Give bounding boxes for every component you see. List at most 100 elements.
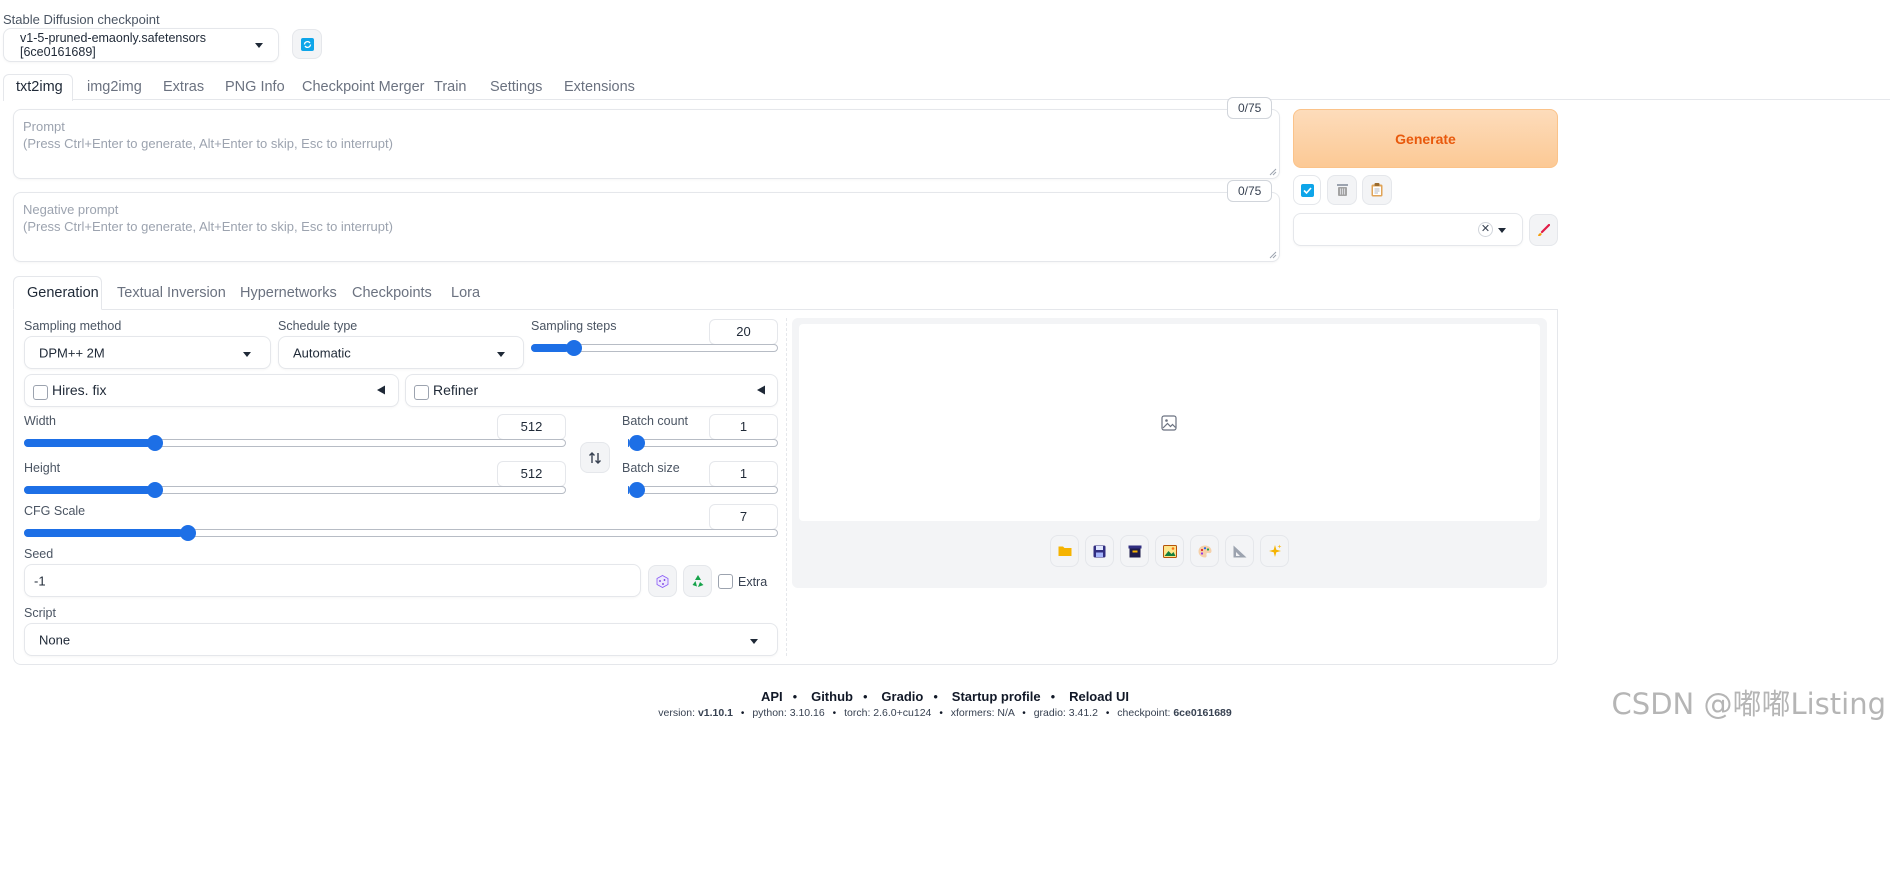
- refiner-checkbox[interactable]: [414, 385, 429, 400]
- sampling-method-dropdown[interactable]: DPM++ 2M: [24, 336, 271, 369]
- tab-textual-inversion[interactable]: Textual Inversion: [117, 285, 226, 301]
- send-to-extras-button[interactable]: [1225, 535, 1254, 567]
- width-slider[interactable]: [24, 435, 566, 451]
- height-slider[interactable]: [24, 482, 566, 498]
- footer-link-startup-profile[interactable]: Startup profile: [952, 689, 1041, 704]
- refiner-accordion[interactable]: Refiner: [405, 374, 778, 407]
- checkpoint-dropdown[interactable]: v1-5-pruned-emaonly.safetensors [6ce0161…: [3, 28, 279, 62]
- clear-prompt-button[interactable]: [1327, 175, 1357, 205]
- tab-img2img[interactable]: img2img: [87, 79, 142, 95]
- hires-fix-checkbox[interactable]: [33, 385, 48, 400]
- tab-png-info[interactable]: PNG Info: [225, 79, 285, 95]
- swap-arrows-icon: [589, 451, 601, 464]
- footer-link-reload-ui[interactable]: Reload UI: [1069, 689, 1129, 704]
- extra-seed-checkbox[interactable]: [718, 574, 733, 589]
- cfg-scale-label: CFG Scale: [24, 504, 86, 518]
- batch-size-label: Batch size: [622, 461, 680, 475]
- collapse-arrow-icon: [757, 385, 765, 395]
- tab-train[interactable]: Train: [434, 79, 467, 95]
- slider-thumb[interactable]: [629, 482, 645, 498]
- watermark: CSDN @嘟嘟Listing: [1611, 687, 1886, 721]
- sparkles-icon: [1268, 544, 1281, 557]
- tab-extras[interactable]: Extras: [163, 79, 204, 95]
- collapse-arrow-icon: [377, 385, 385, 395]
- chevron-down-icon: [1498, 228, 1506, 233]
- xformers-version: xformers: N/A: [950, 707, 1015, 719]
- slider-thumb[interactable]: [629, 435, 645, 451]
- cfg-scale-slider[interactable]: [24, 525, 778, 541]
- styles-dropdown[interactable]: ✕: [1293, 213, 1523, 246]
- schedule-type-value: Automatic: [293, 345, 351, 360]
- tab-checkpoint-merger[interactable]: Checkpoint Merger: [302, 79, 425, 95]
- chevron-down-icon: [750, 639, 758, 644]
- tab-extensions[interactable]: Extensions: [564, 79, 635, 95]
- batch-size-input[interactable]: 1: [709, 461, 778, 487]
- clear-selection-icon[interactable]: ✕: [1478, 222, 1493, 237]
- hires-fix-accordion[interactable]: Hires. fix: [24, 374, 399, 407]
- tab-checkpoints[interactable]: Checkpoints: [352, 285, 432, 301]
- prompt-token-counter: 0/75: [1227, 97, 1273, 119]
- slider-thumb[interactable]: [147, 482, 164, 498]
- footer-link-gradio[interactable]: Gradio: [881, 689, 923, 704]
- dice-icon: [656, 574, 669, 588]
- tab-generation[interactable]: Generation: [27, 285, 99, 301]
- reuse-seed-button[interactable]: [683, 565, 712, 597]
- palette-icon: [1198, 545, 1211, 557]
- negative-prompt-placeholder: (Press Ctrl+Enter to generate, Alt+Enter…: [23, 219, 393, 234]
- schedule-type-label: Schedule type: [278, 319, 358, 333]
- height-label: Height: [24, 461, 61, 475]
- refresh-checkpoint-button[interactable]: [292, 29, 322, 59]
- open-folder-button[interactable]: [1050, 535, 1079, 567]
- prompt-textarea[interactable]: Prompt (Press Ctrl+Enter to generate, Al…: [13, 109, 1280, 179]
- prompt-placeholder: (Press Ctrl+Enter to generate, Alt+Enter…: [23, 136, 393, 151]
- height-input[interactable]: 512: [497, 461, 566, 487]
- trash-icon: [1336, 184, 1348, 196]
- batch-count-slider[interactable]: [628, 435, 778, 451]
- sampling-method-value: DPM++ 2M: [39, 345, 105, 360]
- sampling-steps-input[interactable]: 20: [709, 319, 778, 345]
- cfg-scale-input[interactable]: 7: [709, 504, 778, 530]
- footer-link-github[interactable]: Github: [811, 689, 853, 704]
- refiner-label: Refiner: [433, 382, 479, 398]
- negative-prompt-textarea[interactable]: Negative prompt (Press Ctrl+Enter to gen…: [13, 192, 1280, 262]
- floppy-disk-icon: [1093, 545, 1106, 557]
- generate-button[interactable]: Generate: [1293, 109, 1558, 168]
- tab-hypernetworks[interactable]: Hypernetworks: [240, 285, 337, 301]
- torch-version: torch: 2.6.0+cu124: [844, 707, 932, 719]
- chevron-down-icon: [255, 43, 263, 48]
- send-to-inpaint-button[interactable]: [1190, 535, 1219, 567]
- schedule-type-dropdown[interactable]: Automatic: [278, 336, 524, 369]
- script-dropdown[interactable]: None: [24, 623, 778, 656]
- resize-handle-icon: [1269, 168, 1277, 176]
- slider-thumb[interactable]: [179, 525, 196, 541]
- tab-lora[interactable]: Lora: [451, 285, 480, 301]
- sampling-steps-slider[interactable]: [531, 340, 778, 356]
- read-generation-params-button[interactable]: [1362, 175, 1392, 205]
- seed-input[interactable]: -1: [24, 564, 641, 597]
- version-label: version:: [658, 707, 696, 719]
- save-zip-button[interactable]: [1120, 535, 1149, 567]
- checkpoint-label: Stable Diffusion checkpoint: [3, 12, 160, 27]
- footer-link-api[interactable]: API: [761, 689, 783, 704]
- edit-styles-button[interactable]: [1529, 214, 1558, 246]
- slider-thumb[interactable]: [147, 435, 164, 451]
- resize-handle-icon: [1269, 251, 1277, 259]
- apply-styles-button[interactable]: [1293, 175, 1321, 205]
- upscale-button[interactable]: [1260, 535, 1289, 567]
- batch-count-input[interactable]: 1: [709, 414, 778, 440]
- send-to-img2img-button[interactable]: [1155, 535, 1184, 567]
- chevron-down-icon: [243, 352, 251, 357]
- script-label: Script: [24, 606, 56, 620]
- width-input[interactable]: 512: [497, 414, 566, 440]
- folder-icon: [1058, 546, 1071, 556]
- save-button[interactable]: [1085, 535, 1114, 567]
- column-divider: [786, 318, 787, 656]
- tab-txt2img[interactable]: txt2img: [16, 79, 63, 95]
- refresh-icon: [300, 37, 314, 51]
- tab-settings[interactable]: Settings: [490, 79, 542, 95]
- batch-size-slider[interactable]: [628, 482, 778, 498]
- batch-count-label: Batch count: [622, 414, 689, 428]
- random-seed-button[interactable]: [648, 565, 677, 597]
- swap-dimensions-button[interactable]: [580, 442, 610, 473]
- checkpoint-hash-label: checkpoint:: [1117, 707, 1171, 719]
